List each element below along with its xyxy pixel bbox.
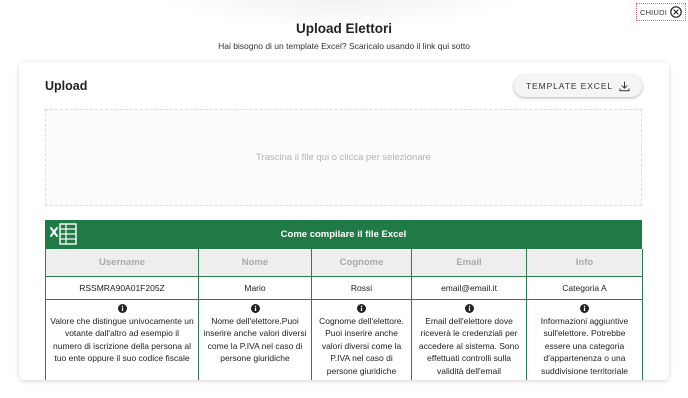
page-subtitle: Hai bisogno di un template Excel? Scaric…	[218, 41, 470, 51]
close-circle-icon	[670, 6, 682, 18]
info-icon	[250, 303, 260, 313]
upload-heading: Upload	[45, 79, 88, 93]
description-nome: Nome dell'elettore.Puoi inserire anche v…	[203, 315, 307, 364]
example-email: email@email.it	[411, 275, 527, 300]
column-header-nome: Nome	[198, 249, 312, 277]
example-cognome: Rossi	[311, 275, 412, 300]
table-row: RSSMRA90A01F205Z Mario Rossi email@email…	[45, 275, 643, 300]
description-email: Email dell'elettore dove riceverà le cre…	[418, 315, 520, 376]
column-header-row: Username Nome Cognome Email Info	[45, 249, 643, 277]
excel-guide-grid: Username Nome Cognome Email Info RSSMRA9…	[45, 249, 643, 380]
template-button-label: TEMPLATE EXCEL	[525, 81, 614, 91]
info-icon	[117, 303, 127, 313]
description-cognome: Cognome dell'elettore. Puoi inserire anc…	[319, 315, 404, 376]
close-label: CHIUDI	[639, 7, 667, 17]
description-nome-cell: Nome dell'elettore.Puoi inserire anche v…	[198, 298, 312, 380]
column-header-email: Email	[411, 249, 527, 277]
info-icon	[357, 303, 366, 313]
column-header-cognome: Cognome	[311, 249, 412, 277]
excel-guide-title: Come compilare il file Excel	[280, 229, 407, 240]
info-icon	[464, 303, 474, 313]
description-username-cell: Valore che distingue univocamente un vot…	[45, 298, 199, 380]
file-dropzone[interactable]: Trascina il file qui o clicca per selezi…	[45, 109, 642, 206]
excel-guide-header: Come compilare il file Excel	[45, 220, 642, 249]
excel-icon	[50, 223, 77, 245]
column-header-username: Username	[45, 249, 199, 277]
info-icon	[580, 303, 589, 313]
template-excel-button[interactable]: TEMPLATE EXCEL	[514, 75, 642, 97]
dropzone-text: Trascina il file qui o clicca per selezi…	[256, 152, 431, 163]
page-title: Upload Elettori	[295, 21, 392, 36]
description-info: Informazioni aggiuntive sull'elettore. P…	[540, 315, 629, 376]
download-icon	[619, 81, 630, 91]
table-row: Valore che distingue univocamente un vot…	[45, 298, 643, 380]
example-nome: Mario	[198, 275, 312, 300]
column-header-info: Info	[526, 249, 643, 277]
description-info-cell: Informazioni aggiuntive sull'elettore. P…	[526, 298, 643, 380]
example-info: Categoria A	[526, 275, 643, 300]
description-email-cell: Email dell'elettore dove riceverà le cre…	[411, 298, 527, 380]
close-button[interactable]: CHIUDI	[635, 3, 686, 21]
upload-card: Upload TEMPLATE EXCEL Trascina il file q…	[19, 62, 669, 380]
example-username: RSSMRA90A01F205Z	[45, 275, 199, 300]
description-cognome-cell: Cognome dell'elettore. Puoi inserire anc…	[311, 298, 412, 380]
description-username: Valore che distingue univocamente un vot…	[50, 315, 194, 364]
excel-guide-table: Come compilare il file Excel Username No…	[45, 220, 643, 380]
